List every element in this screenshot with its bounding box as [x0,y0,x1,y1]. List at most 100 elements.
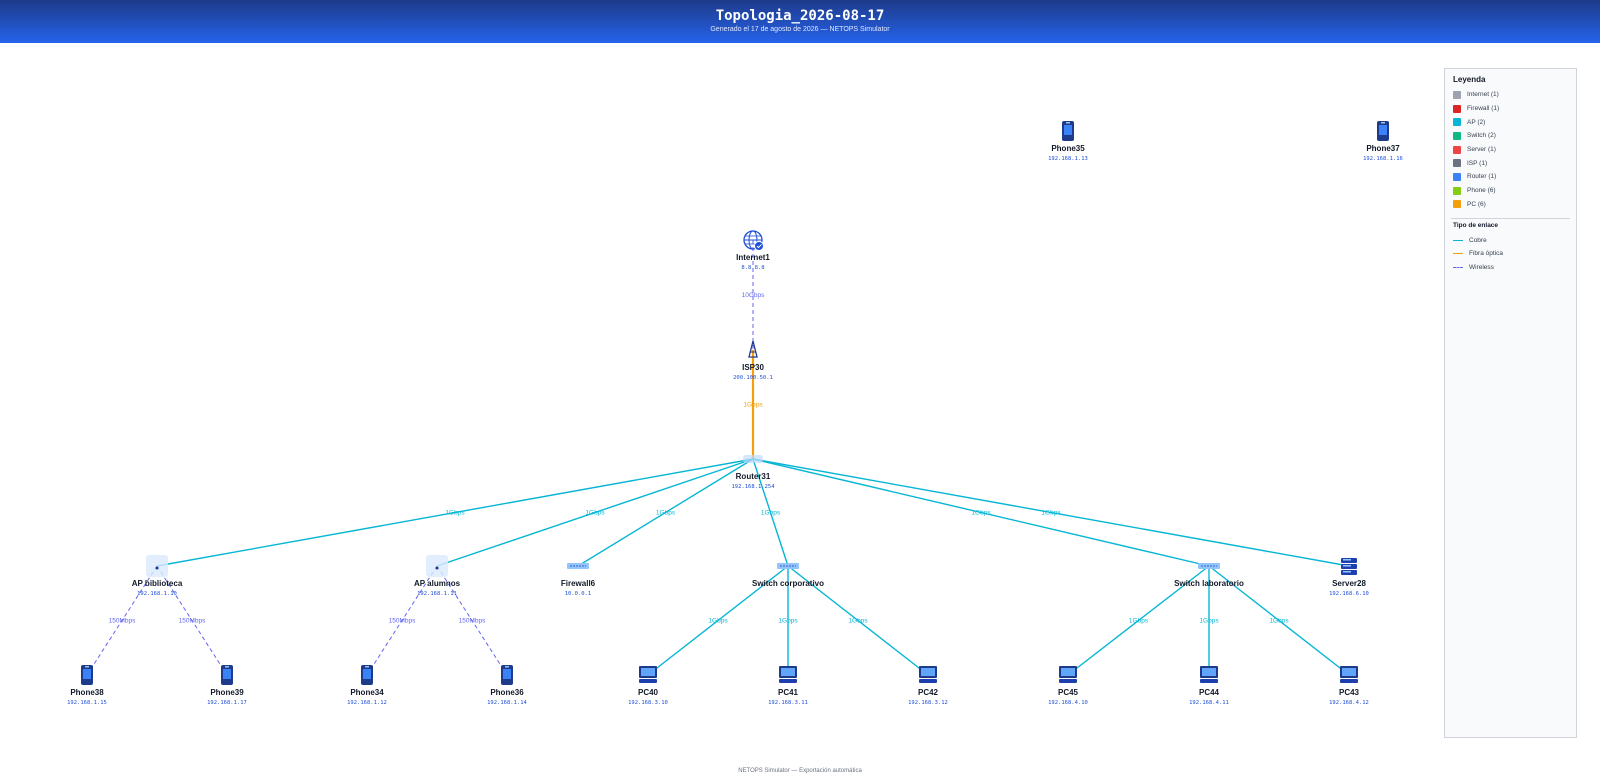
legend-swatch [1453,172,1461,181]
link-speed-label: 1Gbps [585,510,605,517]
ap-icon [146,555,168,577]
phone-icon [501,665,513,685]
node-pc41[interactable]: PC41 192.168.3.11 [768,666,808,706]
legend-link-item: Fibra óptica [1453,247,1576,261]
link-speed-label: 1Gbps [1041,510,1061,517]
phone-icon [1377,121,1389,141]
node-ip: 192.168.1.12 [347,700,387,706]
legend-item: Internet (1) [1453,88,1576,102]
header-bar: Topologia_2026-08-17 Generado el 17 de a… [0,0,1600,43]
link-speed-label: 1Gbps [445,510,465,517]
legend-link-label: Wireless [1469,263,1494,271]
node-ip: 192.168.1.10 [137,591,177,597]
node-label: PC42 [918,688,939,697]
node-ip: 192.168.3.10 [628,700,668,706]
link-router31-ap_alu[interactable]: 1Gbps [436,458,754,567]
legend-item-label: Firewall (1) [1467,105,1500,113]
legend-line-sample [1453,266,1463,268]
legend-swatch [1453,200,1461,209]
node-phone34[interactable]: Phone34 192.168.1.12 [347,665,387,706]
topology-canvas[interactable]: 10Gbps 1Gbps 1Gbps 1Gbps 1Gbps 1Gbps 1Gbps 1Gbp… [0,43,1440,765]
legend-swatch [1453,131,1461,140]
node-phone39[interactable]: Phone39 192.168.1.17 [207,665,247,706]
legend-swatch [1453,145,1461,154]
node-phone36[interactable]: Phone36 192.168.1.14 [487,665,528,706]
links-layer: 10Gbps 1Gbps 1Gbps 1Gbps 1Gbps 1Gbps 1Gbps 1Gbp… [86,240,1350,676]
node-label: AP alumnos [414,579,461,588]
legend-line-sample [1453,253,1463,255]
node-label: PC40 [638,688,659,697]
link-speed-label: 1Gbps [1199,618,1219,625]
node-pc42[interactable]: PC42 192.168.3.12 [908,666,948,706]
legend-swatch [1453,159,1461,168]
node-ip: 192.168.1.13 [1048,156,1088,162]
phone-icon [81,665,93,685]
node-phone38[interactable]: Phone38 192.168.1.15 [67,665,107,706]
link-speed-label: 1Gbps [708,618,728,625]
node-label: PC45 [1058,688,1079,697]
legend-item-label: Router (1) [1467,173,1497,181]
node-label: PC43 [1339,688,1360,697]
legend-title: Leyenda [1453,75,1486,84]
node-ip: 192.168.1.15 [67,700,107,706]
page-subtitle: Generado el 17 de agosto de 2026 — NETOP… [710,26,890,33]
node-pc45[interactable]: PC45 192.168.4.10 [1048,666,1088,706]
footer-text: NETOPS Simulator — Exportación automátic… [738,768,862,774]
legend-item: Server (1) [1453,143,1576,157]
link-router31-sw_lab[interactable]: 1Gbps [752,458,1210,567]
phone-icon [1062,121,1074,141]
node-ip: 8.8.8.8 [741,265,764,271]
node-ip: 192.168.1.11 [417,591,457,597]
legend-item-label: PC (6) [1467,200,1486,208]
link-speed-label: 150Mbps [389,618,416,625]
legend-item: Firewall (1) [1453,102,1576,116]
node-ip: 10.0.0.1 [565,591,592,597]
server-icon [1341,558,1357,575]
legend-swatch [1453,118,1461,127]
node-pc44[interactable]: PC44 192.168.4.11 [1189,666,1229,706]
pc-icon [639,666,657,683]
link-speed-label: 10Gbps [742,292,766,299]
link-router31-server28[interactable]: 1Gbps [752,458,1350,567]
node-pc43[interactable]: PC43 192.168.4.12 [1329,666,1369,706]
node-ip: 200.100.50.1 [733,375,773,381]
node-label: PC44 [1199,688,1220,697]
legend-item-label: Switch (2) [1467,132,1496,140]
node-router31[interactable]: Router31 192.168.1.254 [731,455,775,490]
node-label: Phone38 [70,688,104,697]
node-label: Server28 [1332,579,1366,588]
node-ip: 192.168.1.17 [207,700,247,706]
node-ap_alu[interactable]: AP alumnos 192.168.1.11 [414,555,461,597]
legend-item: Phone (6) [1453,184,1576,198]
ap-icon [426,555,448,577]
link-speed-label: 1Gbps [656,510,676,517]
page-title: Topologia_2026-08-17 [715,8,885,24]
node-pc40[interactable]: PC40 192.168.3.10 [628,666,668,706]
node-label: Phone36 [490,688,524,697]
node-ap_bib[interactable]: AP biblioteca 192.168.1.10 [132,555,183,597]
node-label: Firewall6 [561,579,596,588]
node-phone35[interactable]: Phone35 192.168.1.13 [1048,121,1088,162]
legend-item: PC (6) [1453,198,1576,212]
link-speed-label: 1Gbps [1269,618,1289,625]
legend-link-title: Tipo de enlace [1453,222,1499,230]
legend-divider [1451,218,1570,220]
link-speed-label: 150Mbps [179,618,206,625]
phone-icon [221,665,233,685]
legend-item-label: Internet (1) [1467,91,1499,99]
internet-icon [743,230,764,251]
node-phone37[interactable]: Phone37 192.168.1.16 [1363,121,1403,162]
router-icon [743,455,763,463]
legend-link-item: Cobre [1453,233,1576,247]
legend-item: Router (1) [1453,170,1576,184]
node-ip: 192.168.3.11 [768,700,808,706]
node-ip: 192.168.1.16 [1363,156,1403,162]
node-label: Switch laboratorio [1174,579,1244,588]
node-ip: 192.168.3.12 [908,700,948,706]
legend-item-label: Server (1) [1467,146,1496,154]
pc-icon [779,666,797,683]
legend-link-item: Wireless [1453,261,1576,275]
link-speed-label: 1Gbps [1129,618,1149,625]
node-label: Switch corporativo [752,579,824,588]
node-fw6[interactable]: Firewall6 10.0.0.1 [561,563,596,597]
